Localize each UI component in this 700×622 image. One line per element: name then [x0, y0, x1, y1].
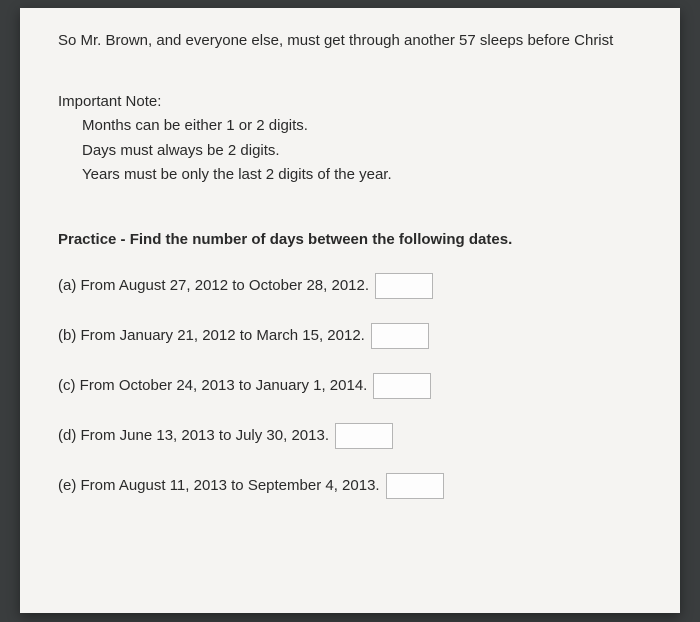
intro-text: So Mr. Brown, and everyone else, must ge… [58, 30, 652, 53]
question-text: (d) From June 13, 2013 to July 30, 2013. [58, 425, 329, 448]
answer-input-b[interactable] [371, 323, 429, 349]
question-row-d: (d) From June 13, 2013 to July 30, 2013. [58, 423, 652, 449]
note-item: Months can be either 1 or 2 digits. [82, 115, 652, 138]
answer-input-c[interactable] [373, 373, 431, 399]
question-row-a: (a) From August 27, 2012 to October 28, … [58, 273, 652, 299]
important-note-block: Important Note: Months can be either 1 o… [58, 91, 652, 187]
practice-heading: Practice - Find the number of days betwe… [58, 229, 652, 252]
answer-input-a[interactable] [375, 273, 433, 299]
question-text: (b) From January 21, 2012 to March 15, 2… [58, 325, 365, 348]
answer-input-d[interactable] [335, 423, 393, 449]
question-text: (e) From August 11, 2013 to September 4,… [58, 475, 380, 498]
note-heading: Important Note: [58, 91, 652, 114]
note-item: Days must always be 2 digits. [82, 140, 652, 163]
answer-input-e[interactable] [386, 473, 444, 499]
question-text: (a) From August 27, 2012 to October 28, … [58, 275, 369, 298]
question-row-b: (b) From January 21, 2012 to March 15, 2… [58, 323, 652, 349]
note-item: Years must be only the last 2 digits of … [82, 164, 652, 187]
document-page: So Mr. Brown, and everyone else, must ge… [20, 8, 680, 613]
question-row-c: (c) From October 24, 2013 to January 1, … [58, 373, 652, 399]
question-row-e: (e) From August 11, 2013 to September 4,… [58, 473, 652, 499]
question-text: (c) From October 24, 2013 to January 1, … [58, 375, 367, 398]
note-list: Months can be either 1 or 2 digits. Days… [58, 115, 652, 187]
